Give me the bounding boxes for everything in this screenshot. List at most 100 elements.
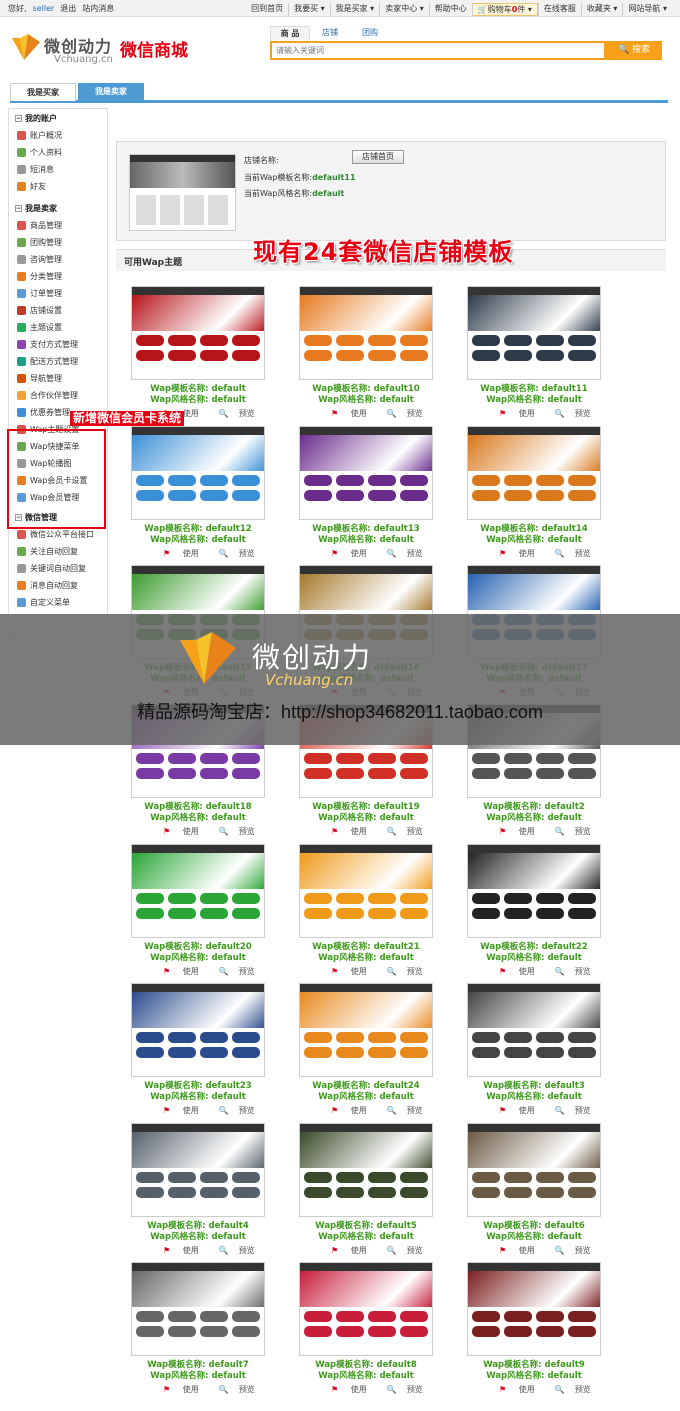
sidebar-section-account[interactable]: − 我的账户 [9, 109, 107, 127]
template-preview-thumbnail[interactable] [131, 286, 265, 380]
template-preview-thumbnail[interactable] [467, 1123, 601, 1217]
preview-template-button[interactable]: 🔍预览 [219, 549, 265, 558]
preview-template-button[interactable]: 🔍预览 [555, 409, 601, 418]
template-preview-thumbnail[interactable] [467, 1262, 601, 1356]
online-service-link[interactable]: 在线客服 [537, 3, 581, 16]
sidebar-item-seller-3[interactable]: 分类管理 [9, 268, 107, 285]
sidebar-item-seller-0[interactable]: 商品管理 [9, 217, 107, 234]
template-preview-thumbnail[interactable] [299, 1123, 433, 1217]
home-link[interactable]: 回到首页 [246, 3, 288, 16]
logout-link[interactable]: 退出 [60, 4, 76, 13]
preview-template-button[interactable]: 🔍预览 [555, 1385, 601, 1394]
template-preview-thumbnail[interactable] [131, 844, 265, 938]
messages-link[interactable]: 站内消息 [82, 4, 114, 13]
use-template-button[interactable]: ⚑ 使用 [499, 827, 545, 836]
sidebar-item-seller-2[interactable]: 咨询管理 [9, 251, 107, 268]
use-template-button[interactable]: ⚑ 使用 [331, 549, 377, 558]
template-preview-thumbnail[interactable] [131, 1123, 265, 1217]
preview-template-button[interactable]: 🔍预览 [219, 1385, 265, 1394]
use-template-button[interactable]: ⚑ 使用 [331, 1106, 377, 1115]
use-template-button[interactable]: ⚑ 使用 [163, 549, 209, 558]
help-center-link[interactable]: 帮助中心 [428, 3, 472, 16]
sidebar-item-account-3[interactable]: 好友 [9, 178, 107, 195]
seller-center-menu[interactable]: 卖家中心 ▾ [379, 3, 429, 16]
search-button[interactable]: 🔍 搜索 [606, 41, 662, 60]
preview-template-button[interactable]: 🔍预览 [387, 409, 433, 418]
use-template-button[interactable]: ⚑ 使用 [331, 409, 377, 418]
preview-template-button[interactable]: 🔍预览 [387, 549, 433, 558]
use-template-button[interactable]: ⚑ 使用 [163, 827, 209, 836]
use-template-button[interactable]: ⚑ 使用 [499, 409, 545, 418]
username-link[interactable]: seller [33, 4, 55, 13]
sidebar-item-wechat-4[interactable]: 自定义菜单 [9, 594, 107, 611]
tab-buyer[interactable]: 我是买家 [10, 83, 76, 101]
preview-template-button[interactable]: 🔍预览 [219, 409, 265, 418]
use-template-button[interactable]: ⚑ 使用 [331, 1385, 377, 1394]
sidebar-item-seller-7[interactable]: 支付方式管理 [9, 336, 107, 353]
use-template-button[interactable]: ⚑ 使用 [499, 549, 545, 558]
use-template-button[interactable]: ⚑ 使用 [331, 1246, 377, 1255]
preview-template-button[interactable]: 🔍预览 [387, 1246, 433, 1255]
use-template-button[interactable]: ⚑ 使用 [499, 1246, 545, 1255]
template-preview-thumbnail[interactable] [131, 1262, 265, 1356]
search-tab-shops[interactable]: 店铺 [310, 26, 350, 40]
template-preview-thumbnail[interactable] [299, 983, 433, 1077]
sidebar-item-seller-4[interactable]: 订单管理 [9, 285, 107, 302]
preview-template-button[interactable]: 🔍预览 [555, 827, 601, 836]
use-template-button[interactable]: ⚑ 使用 [163, 1385, 209, 1394]
use-template-button[interactable]: ⚑ 使用 [331, 967, 377, 976]
use-template-button[interactable]: ⚑ 使用 [163, 967, 209, 976]
favorites-menu[interactable]: 收藏夹 ▾ [580, 3, 623, 16]
search-tab-products[interactable]: 商 品 [270, 26, 310, 40]
site-logo[interactable]: 微创动力 Vchuang.cn 微信商城 [10, 30, 210, 74]
template-preview-thumbnail[interactable] [467, 426, 601, 520]
sidebar-section-seller[interactable]: − 我是卖家 [9, 199, 107, 217]
template-preview-thumbnail[interactable] [131, 426, 265, 520]
preview-template-button[interactable]: 🔍预览 [387, 1385, 433, 1394]
use-template-button[interactable]: ⚑ 使用 [163, 409, 209, 418]
use-template-button[interactable]: ⚑ 使用 [163, 1106, 209, 1115]
sidebar-item-account-0[interactable]: 账户概况 [9, 127, 107, 144]
preview-template-button[interactable]: 🔍预览 [219, 827, 265, 836]
sidebar-item-seller-5[interactable]: 店铺设置 [9, 302, 107, 319]
use-template-button[interactable]: ⚑ 使用 [499, 1385, 545, 1394]
preview-template-button[interactable]: 🔍预览 [387, 967, 433, 976]
preview-template-button[interactable]: 🔍预览 [555, 1106, 601, 1115]
shop-home-button[interactable]: 店铺首页 [352, 150, 404, 164]
template-preview-thumbnail[interactable] [467, 286, 601, 380]
use-template-button[interactable]: ⚑ 使用 [163, 1246, 209, 1255]
template-preview-thumbnail[interactable] [467, 844, 601, 938]
preview-template-button[interactable]: 🔍预览 [387, 1106, 433, 1115]
tab-seller[interactable]: 我是卖家 [78, 83, 144, 101]
search-tab-groupbuy[interactable]: 团购 [350, 26, 390, 40]
sidebar-item-seller-10[interactable]: 合作伙伴管理 [9, 387, 107, 404]
template-preview-thumbnail[interactable] [299, 286, 433, 380]
use-template-button[interactable]: ⚑ 使用 [331, 827, 377, 836]
buy-menu[interactable]: 我要买 ▾ [288, 3, 330, 16]
preview-template-button[interactable]: 🔍预览 [555, 549, 601, 558]
template-preview-thumbnail[interactable] [131, 983, 265, 1077]
preview-template-button[interactable]: 🔍预览 [555, 967, 601, 976]
sidebar-item-wechat-3[interactable]: 消息自动回复 [9, 577, 107, 594]
template-preview-thumbnail[interactable] [299, 426, 433, 520]
sidebar-item-seller-8[interactable]: 配送方式管理 [9, 353, 107, 370]
template-preview-thumbnail[interactable] [299, 1262, 433, 1356]
buyer-menu[interactable]: 我是买家 ▾ [329, 3, 380, 16]
site-nav-menu[interactable]: 网站导航 ▾ [622, 3, 672, 16]
preview-template-button[interactable]: 🔍预览 [219, 1106, 265, 1115]
sidebar-item-seller-9[interactable]: 导航管理 [9, 370, 107, 387]
use-template-button[interactable]: ⚑ 使用 [499, 1106, 545, 1115]
sidebar-item-wechat-2[interactable]: 关键词自动回复 [9, 560, 107, 577]
preview-template-button[interactable]: 🔍预览 [219, 1246, 265, 1255]
preview-template-button[interactable]: 🔍预览 [555, 1246, 601, 1255]
preview-template-button[interactable]: 🔍预览 [387, 827, 433, 836]
sidebar-item-seller-1[interactable]: 团购管理 [9, 234, 107, 251]
sidebar-item-account-2[interactable]: 短消息 [9, 161, 107, 178]
sidebar-item-wechat-1[interactable]: 关注自动回复 [9, 543, 107, 560]
cart-button[interactable]: 🛒购物车0件 ▾ [471, 3, 538, 16]
template-preview-thumbnail[interactable] [299, 844, 433, 938]
template-preview-thumbnail[interactable] [467, 983, 601, 1077]
search-input[interactable] [270, 41, 606, 60]
sidebar-item-seller-6[interactable]: 主题设置 [9, 319, 107, 336]
use-template-button[interactable]: ⚑ 使用 [499, 967, 545, 976]
